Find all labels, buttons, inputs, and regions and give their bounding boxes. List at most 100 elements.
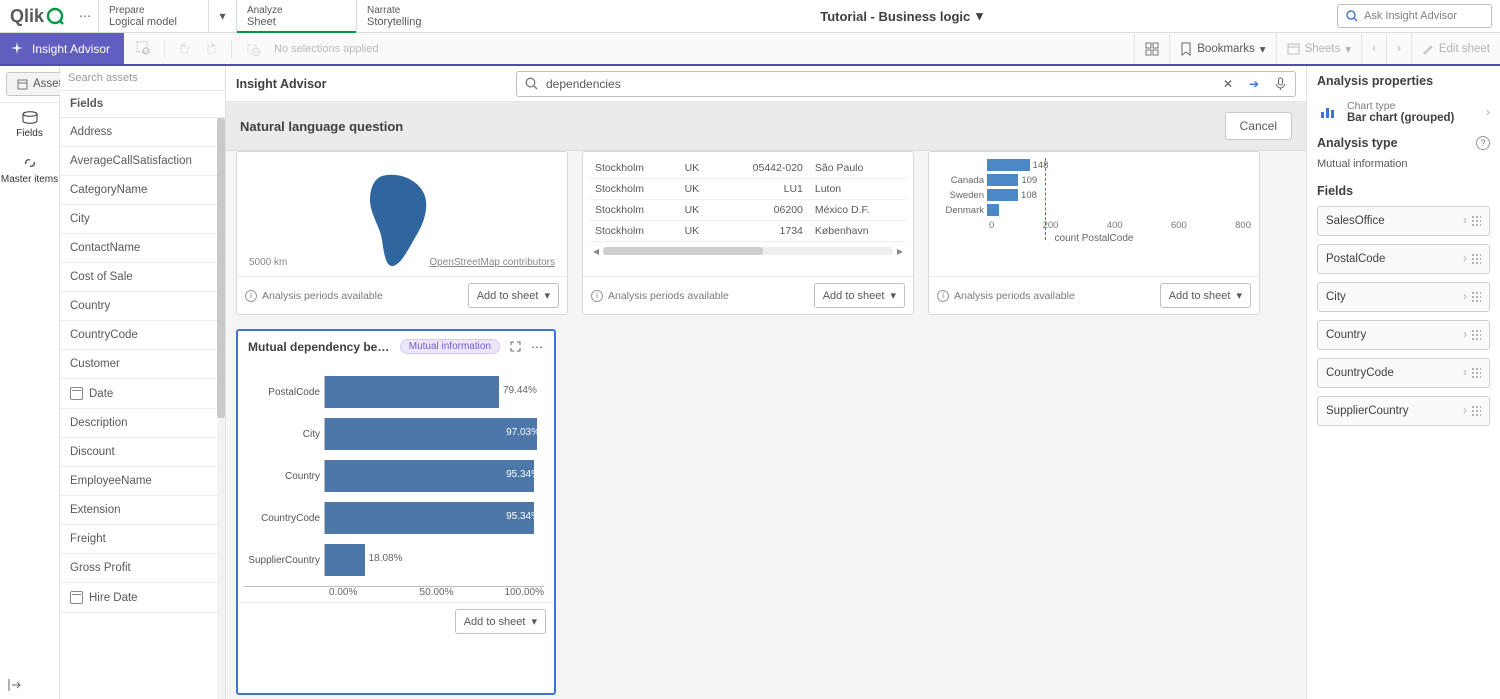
nav-prepare-dropdown[interactable]: ▾: [208, 0, 236, 32]
rail-master-items[interactable]: Master items: [0, 147, 59, 193]
analysis-type-value: Mutual information: [1317, 158, 1490, 170]
axis-title: count PostalCode: [937, 233, 1251, 244]
ap-header: Analysis properties: [1317, 74, 1490, 88]
ia-search-input[interactable]: [546, 77, 1211, 91]
field-item[interactable]: CountryCode: [60, 321, 225, 350]
edit-sheet-button[interactable]: Edit sheet: [1411, 33, 1500, 64]
fullscreen-button[interactable]: [508, 340, 522, 354]
collapse-icon: [8, 679, 22, 691]
table-row: StockholmUKLU1Luton: [589, 179, 907, 200]
field-item[interactable]: AverageCallSatisfaction: [60, 147, 225, 176]
table-row: StockholmUK06200México D.F.: [589, 200, 907, 221]
fields-header: Fields: [1317, 184, 1490, 198]
ia-search[interactable]: ✕ ➔: [516, 71, 1296, 97]
left-rail: Assets Properties Fields Master items: [0, 66, 60, 699]
analysis-field-chip[interactable]: Country›: [1317, 320, 1490, 350]
nav-narrate[interactable]: Narrate Storytelling: [356, 0, 466, 32]
field-item[interactable]: Hire Date: [60, 583, 225, 613]
drag-handle-icon[interactable]: [1471, 291, 1481, 303]
drag-handle-icon[interactable]: [1471, 405, 1481, 417]
sheets-button[interactable]: Sheets ▾: [1276, 33, 1362, 64]
chevron-down-icon: ▾: [976, 8, 983, 24]
analysis-periods-label: iAnalysis periods available: [937, 290, 1075, 302]
submit-search-button[interactable]: ➔: [1245, 75, 1263, 93]
no-selections-label: No selections applied: [274, 43, 379, 55]
step-back-icon[interactable]: [177, 40, 195, 58]
voice-search-button[interactable]: [1271, 75, 1289, 93]
nlq-bar: Natural language question Cancel: [226, 102, 1306, 151]
analysis-field-chip[interactable]: PostalCode›: [1317, 244, 1490, 274]
help-icon[interactable]: ?: [1476, 136, 1490, 150]
clear-selections-icon[interactable]: [244, 40, 262, 58]
field-item[interactable]: Date: [60, 379, 225, 409]
analysis-field-chip[interactable]: City›: [1317, 282, 1490, 312]
mini-bar-row: 148: [937, 159, 1251, 171]
nav-prepare[interactable]: Prepare Logical model: [98, 0, 208, 32]
rail-fields[interactable]: Fields: [0, 103, 59, 147]
table-row: StockholmUK05442-020São Paulo: [589, 158, 907, 179]
field-item[interactable]: Cost of Sale: [60, 263, 225, 292]
fields-list[interactable]: AddressAverageCallSatisfactionCategoryNa…: [60, 118, 225, 699]
bar-chart-icon: [1317, 101, 1339, 123]
add-to-sheet-button[interactable]: Add to sheet▾: [1160, 283, 1251, 308]
analysis-field-chip[interactable]: CountryCode›: [1317, 358, 1490, 388]
step-forward-icon[interactable]: [201, 40, 219, 58]
add-to-sheet-button[interactable]: Add to sheet▾: [814, 283, 905, 308]
prev-sheet-button[interactable]: ‹: [1361, 33, 1386, 64]
add-to-sheet-button[interactable]: Add to sheet▾: [468, 283, 559, 308]
ask-insight-input[interactable]: Ask Insight Advisor: [1337, 4, 1492, 28]
analysis-field-chip[interactable]: SalesOffice›: [1317, 206, 1490, 236]
field-item[interactable]: Country: [60, 292, 225, 321]
drag-handle-icon[interactable]: [1471, 367, 1481, 379]
h-scrollbar[interactable]: ◂▸: [589, 245, 907, 257]
chart-type-row[interactable]: Chart typeBar chart (grouped) ›: [1317, 96, 1490, 128]
mini-bar-row: Denmark: [937, 204, 1251, 216]
card-small-bar: 148Canada109Sweden108Denmark020040060080…: [928, 151, 1260, 315]
field-item[interactable]: EmployeeName: [60, 467, 225, 496]
bookmarks-button[interactable]: Bookmarks ▾: [1169, 33, 1275, 64]
scrollbar[interactable]: [217, 118, 225, 699]
field-item[interactable]: Freight: [60, 525, 225, 554]
app-title[interactable]: Tutorial - Business logic ▾: [466, 0, 1337, 32]
insight-advisor-button[interactable]: Insight Advisor: [0, 33, 124, 64]
field-item[interactable]: Address: [60, 118, 225, 147]
nlq-label: Natural language question: [240, 119, 403, 134]
variables-button[interactable]: [1134, 33, 1169, 64]
next-sheet-button[interactable]: ›: [1386, 33, 1411, 64]
search-assets-input[interactable]: Search assets: [60, 66, 225, 91]
field-item[interactable]: Customer: [60, 350, 225, 379]
app-menu-button[interactable]: ⋯: [72, 0, 98, 32]
field-item[interactable]: Gross Profit: [60, 554, 225, 583]
card-menu-button[interactable]: ⋯: [530, 340, 544, 354]
field-item[interactable]: CategoryName: [60, 176, 225, 205]
card-table: StockholmUK05442-020São PauloStockholmUK…: [582, 151, 914, 315]
chevron-right-icon: ›: [1486, 105, 1490, 119]
card-mutual-dependency[interactable]: Mutual dependency bet… Mutual informatio…: [236, 329, 556, 695]
drag-handle-icon[interactable]: [1471, 215, 1481, 227]
field-item[interactable]: ContactName: [60, 234, 225, 263]
analysis-periods-label: iAnalysis periods available: [245, 290, 383, 302]
cancel-button[interactable]: Cancel: [1225, 112, 1292, 140]
card-map: 5000 km OpenStreetMap contributors iAnal…: [236, 151, 568, 315]
field-item[interactable]: Description: [60, 409, 225, 438]
field-item[interactable]: Extension: [60, 496, 225, 525]
field-item[interactable]: Discount: [60, 438, 225, 467]
analysis-field-chip[interactable]: SupplierCountry›: [1317, 396, 1490, 426]
add-to-sheet-button[interactable]: Add to sheet▾: [455, 609, 546, 634]
db-icon: [21, 111, 39, 125]
center-stage: Insight Advisor ✕ ➔ Natural language que…: [226, 66, 1306, 699]
sparkle-icon: [10, 42, 24, 56]
nav-analyze[interactable]: Analyze Sheet: [236, 0, 356, 32]
clear-search-button[interactable]: ✕: [1219, 75, 1237, 93]
analysis-type-header: Analysis type: [1317, 136, 1398, 150]
chart-bar-row: City97.03%: [244, 418, 544, 450]
smart-search-icon[interactable]: [134, 40, 152, 58]
rail-collapse[interactable]: [0, 671, 59, 699]
field-item[interactable]: City: [60, 205, 225, 234]
analysis-periods-label: iAnalysis periods available: [591, 290, 729, 302]
fields-header: Fields: [60, 91, 225, 118]
drag-handle-icon[interactable]: [1471, 253, 1481, 265]
drag-handle-icon[interactable]: [1471, 329, 1481, 341]
chevron-down-icon: ▾: [1236, 289, 1242, 302]
chart-bar-row: CountryCode95.34%: [244, 502, 544, 534]
